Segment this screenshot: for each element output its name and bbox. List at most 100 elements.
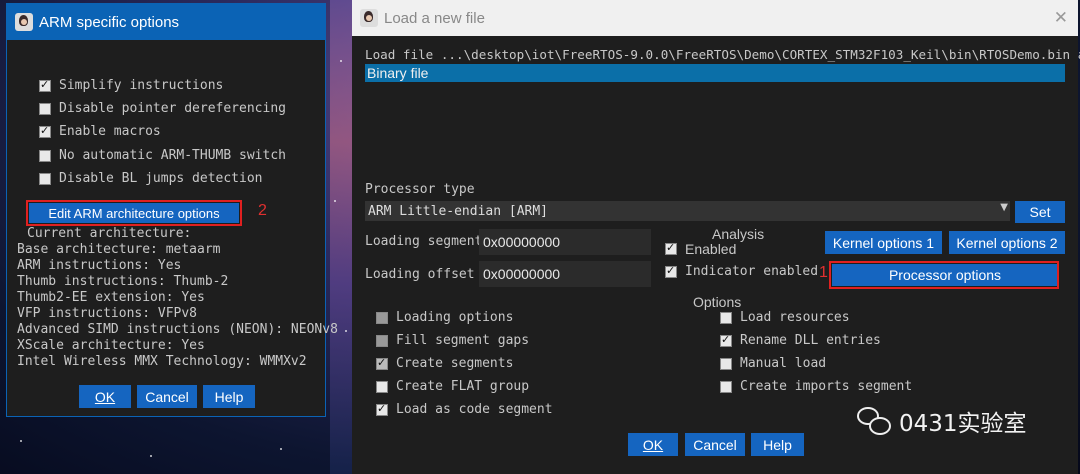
- checkbox-label: Disable BL jumps detection: [59, 171, 263, 186]
- checkbox-label: Load resources: [740, 310, 850, 325]
- checkbox-box[interactable]: [720, 311, 732, 324]
- checkbox-box[interactable]: [376, 334, 388, 347]
- checkbox-label: Enabled: [685, 241, 737, 257]
- checkbox-loading-options[interactable]: Loading options: [376, 310, 513, 325]
- star: [20, 440, 22, 442]
- checkbox-fill-segment-gaps[interactable]: Fill segment gaps: [376, 333, 529, 348]
- info-line: Current architecture:: [27, 226, 192, 241]
- info-line: Advanced SIMD instructions (NEON): NEONv…: [17, 322, 338, 337]
- checkbox-box[interactable]: [665, 241, 677, 255]
- cancel-button[interactable]: Cancel: [685, 433, 745, 456]
- ok-button[interactable]: OK: [79, 385, 131, 408]
- checkbox-label: Create FLAT group: [396, 379, 530, 394]
- loading-segment-input[interactable]: 0x00000000: [479, 229, 651, 255]
- set-button[interactable]: Set: [1015, 201, 1065, 223]
- star: [340, 60, 342, 62]
- checkbox-box[interactable]: [376, 311, 388, 324]
- checkbox-box[interactable]: [39, 172, 51, 185]
- chevron-down-icon: ▼: [1000, 202, 1008, 213]
- info-line: Base architecture: metaarm: [17, 242, 221, 257]
- checkbox-load-resources[interactable]: Load resources: [720, 310, 850, 325]
- checkbox-box[interactable]: [39, 102, 51, 115]
- file-type-item-selected[interactable]: Binary file: [365, 64, 1065, 82]
- checkbox-label: Loading options: [396, 310, 514, 325]
- processor-type-value: ARM Little-endian [ARM]: [368, 203, 549, 219]
- checkbox-label: Fill segment gaps: [396, 333, 530, 348]
- close-icon[interactable]: ✕: [1054, 8, 1068, 28]
- annotation-number-2: 2: [258, 202, 267, 219]
- checkbox-create-segments[interactable]: Create segments: [376, 356, 513, 371]
- checkbox-box[interactable]: [720, 380, 732, 393]
- load-file-path: Load file ...\desktop\iot\FreeRTOS-9.0.0…: [365, 47, 1080, 62]
- kernel-options-1-button[interactable]: Kernel options 1: [825, 231, 942, 254]
- help-button[interactable]: Help: [751, 433, 804, 456]
- checkbox-simplify-instructions[interactable]: Simplify instructions: [39, 78, 223, 93]
- star: [334, 200, 336, 202]
- checkbox-analysis-enabled[interactable]: Enabled: [665, 241, 736, 257]
- star: [150, 455, 152, 457]
- checkbox-load-as-code-segment[interactable]: Load as code segment: [376, 402, 553, 417]
- load-file-dialog: Load a new file ✕ Load file ...\desktop\…: [352, 0, 1080, 474]
- info-line: Thumb instructions: Thumb-2: [17, 274, 229, 289]
- checkbox-manual-load[interactable]: Manual load: [720, 356, 826, 371]
- cancel-button[interactable]: Cancel: [137, 385, 197, 408]
- loading-offset-input[interactable]: 0x00000000: [479, 261, 651, 287]
- loading-offset-label: Loading offset: [365, 267, 475, 282]
- checkbox-disable-bl-jumps[interactable]: Disable BL jumps detection: [39, 171, 263, 186]
- annotation-number-1: 1: [819, 264, 828, 281]
- checkbox-label: Load as code segment: [396, 402, 553, 417]
- annotation-box-processor-options: [829, 261, 1059, 289]
- checkbox-box[interactable]: [39, 78, 51, 92]
- processor-type-select[interactable]: ARM Little-endian [ARM] ▼: [365, 201, 1010, 221]
- arm-options-dialog: ARM specific options Simplify instructio…: [6, 3, 338, 417]
- kernel-options-2-button[interactable]: Kernel options 2: [949, 231, 1065, 254]
- loading-segment-label: Loading segment: [365, 234, 483, 249]
- watermark-text: 0431实验室: [899, 411, 1027, 437]
- checkbox-disable-pointer-dereferencing[interactable]: Disable pointer dereferencing: [39, 101, 286, 116]
- help-button[interactable]: Help: [203, 385, 255, 408]
- info-line: Intel Wireless MMX Technology: WMMXv2: [17, 354, 307, 369]
- annotation-box-edit-arch: [26, 200, 242, 226]
- checkbox-label: Disable pointer dereferencing: [59, 101, 286, 116]
- checkbox-indicator-enabled[interactable]: Indicator enabled: [665, 264, 818, 279]
- checkbox-enable-macros[interactable]: Enable macros: [39, 124, 161, 139]
- checkbox-box[interactable]: [39, 124, 51, 138]
- load-file-titlebar[interactable]: Load a new file ✕: [352, 0, 1078, 36]
- checkbox-label: No automatic ARM-THUMB switch: [59, 148, 286, 163]
- wechat-icon: [857, 405, 893, 437]
- arm-options-titlebar[interactable]: ARM specific options: [7, 4, 325, 40]
- checkbox-rename-dll-entries[interactable]: Rename DLL entries: [720, 333, 881, 348]
- architecture-info: Current architecture: Base architecture:…: [17, 226, 338, 370]
- checkbox-box[interactable]: [665, 264, 677, 278]
- arm-options-title: ARM specific options: [39, 13, 180, 31]
- checkbox-label: Create segments: [396, 356, 514, 371]
- info-line: ARM instructions: Yes: [17, 258, 182, 273]
- checkbox-box[interactable]: [376, 380, 388, 393]
- ida-app-icon: [360, 9, 378, 27]
- checkbox-box[interactable]: [720, 333, 732, 347]
- checkbox-label: Create imports segment: [740, 379, 913, 394]
- checkbox-label: Enable macros: [59, 124, 161, 139]
- star: [345, 330, 347, 332]
- info-line: Thumb2-EE extension: Yes: [17, 290, 205, 305]
- checkbox-create-imports-segment[interactable]: Create imports segment: [720, 379, 912, 394]
- options-group-title: Options: [693, 294, 742, 310]
- checkbox-label: Manual load: [740, 356, 827, 371]
- analysis-group-title: Analysis: [712, 226, 765, 242]
- checkbox-label: Simplify instructions: [59, 78, 224, 93]
- load-file-title: Load a new file: [384, 9, 485, 27]
- checkbox-box[interactable]: [39, 149, 51, 162]
- checkbox-box[interactable]: [376, 402, 388, 416]
- checkbox-create-flat-group[interactable]: Create FLAT group: [376, 379, 529, 394]
- info-line: VFP instructions: VFPv8: [17, 306, 198, 321]
- checkbox-no-auto-arm-thumb[interactable]: No automatic ARM-THUMB switch: [39, 148, 286, 163]
- checkbox-label: Indicator enabled: [685, 264, 819, 279]
- checkbox-box[interactable]: [376, 356, 388, 370]
- ida-app-icon: [15, 13, 33, 31]
- file-type-list[interactable]: Binary file: [365, 64, 1065, 166]
- star: [280, 448, 282, 450]
- ok-button[interactable]: OK: [628, 433, 678, 456]
- processor-type-label: Processor type: [365, 182, 475, 197]
- checkbox-label: Rename DLL entries: [740, 333, 881, 348]
- checkbox-box[interactable]: [720, 357, 732, 370]
